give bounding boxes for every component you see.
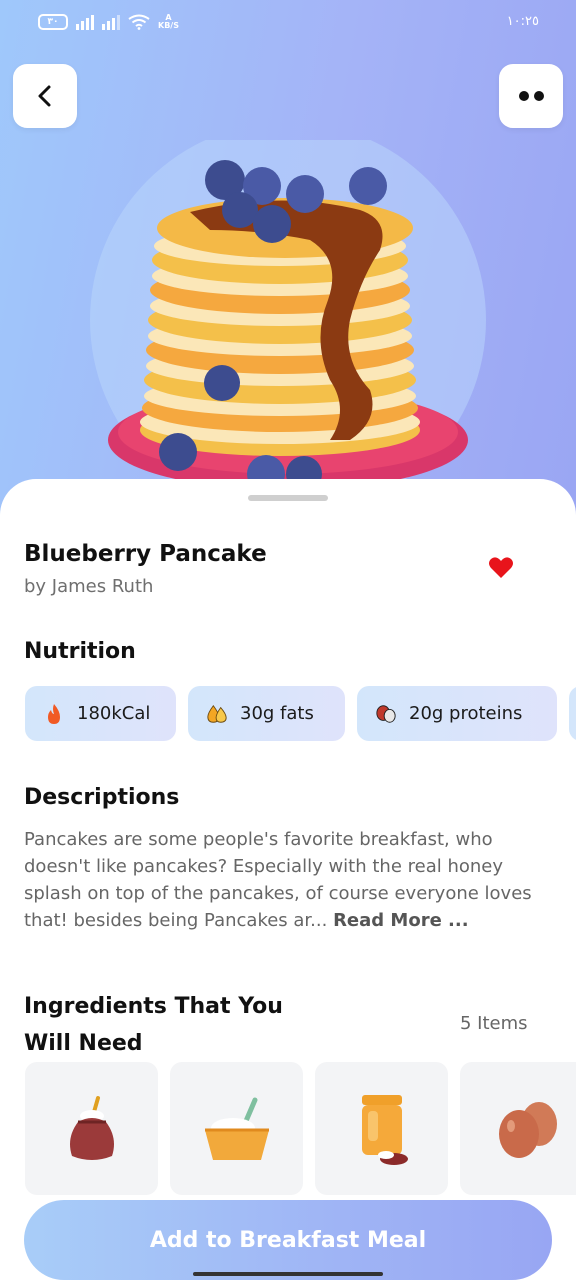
favorite-heart-icon[interactable] bbox=[488, 556, 514, 580]
nutrition-chip-more[interactable] bbox=[569, 686, 576, 741]
descriptions-heading: Descriptions bbox=[24, 785, 180, 810]
ingredient-card[interactable] bbox=[460, 1062, 576, 1195]
nutrition-chip-label: 180kCal bbox=[77, 703, 151, 724]
pancake-illustration bbox=[90, 140, 486, 500]
more-dots-icon bbox=[518, 91, 544, 101]
hero-banner: ٣٠ A KB/S ١٠:٢٥ bbox=[0, 0, 576, 520]
protein-icon bbox=[375, 703, 397, 725]
nutrition-chip-list[interactable]: 180kCal 30g fats 20g proteins bbox=[25, 686, 576, 741]
ingredient-card[interactable] bbox=[170, 1062, 303, 1195]
sugar-bowl-icon bbox=[204, 1097, 269, 1160]
add-to-breakfast-meal-button[interactable]: Add to Breakfast Meal bbox=[24, 1200, 552, 1280]
ingredients-heading: Ingredients That You Will Need bbox=[24, 994, 283, 1056]
status-bar: ٣٠ A KB/S ١٠:٢٥ bbox=[0, 0, 576, 48]
read-more-link[interactable]: Read More ... bbox=[333, 910, 469, 931]
recipe-author: by James Ruth bbox=[24, 576, 154, 597]
nutrition-chip-label: 30g fats bbox=[240, 703, 314, 724]
home-indicator[interactable] bbox=[193, 1272, 383, 1276]
flame-icon bbox=[43, 703, 65, 725]
sheet-drag-handle[interactable] bbox=[248, 495, 328, 501]
more-options-button[interactable] bbox=[499, 64, 563, 128]
nutrition-chip-fats[interactable]: 30g fats bbox=[188, 686, 345, 741]
battery-icon: ٣٠ bbox=[38, 14, 68, 30]
ingredients-count: 5 Items bbox=[460, 1013, 528, 1034]
recipe-detail-sheet[interactable]: Blueberry Pancake by James Ruth Nutritio… bbox=[0, 479, 576, 1280]
ingredient-card[interactable] bbox=[25, 1062, 158, 1195]
ingredients-list[interactable] bbox=[25, 1062, 576, 1195]
flour-sack-icon bbox=[69, 1095, 114, 1160]
chevron-left-icon bbox=[38, 85, 51, 107]
network-speed: A KB/S bbox=[158, 14, 179, 30]
eggs-icon bbox=[498, 1101, 557, 1158]
nutrition-chip-label: 20g proteins bbox=[409, 703, 523, 724]
recipe-title: Blueberry Pancake bbox=[24, 541, 267, 567]
network-speed-bottom: KB/S bbox=[158, 21, 179, 30]
honey-jar-icon bbox=[361, 1094, 408, 1165]
nutrition-heading: Nutrition bbox=[24, 639, 136, 664]
back-button[interactable] bbox=[13, 64, 77, 128]
nutrition-chip-calories[interactable]: 180kCal bbox=[25, 686, 176, 741]
signal-icon-2 bbox=[102, 14, 120, 30]
ingredient-card[interactable] bbox=[315, 1062, 448, 1195]
fat-drops-icon bbox=[206, 703, 228, 725]
status-time: ١٠:٢٥ bbox=[506, 14, 539, 29]
wifi-icon bbox=[128, 14, 150, 30]
description-text: Pancakes are some people's favorite brea… bbox=[24, 826, 556, 934]
nutrition-chip-proteins[interactable]: 20g proteins bbox=[357, 686, 557, 741]
battery-label: ٣٠ bbox=[47, 17, 59, 27]
signal-icon bbox=[76, 14, 94, 30]
